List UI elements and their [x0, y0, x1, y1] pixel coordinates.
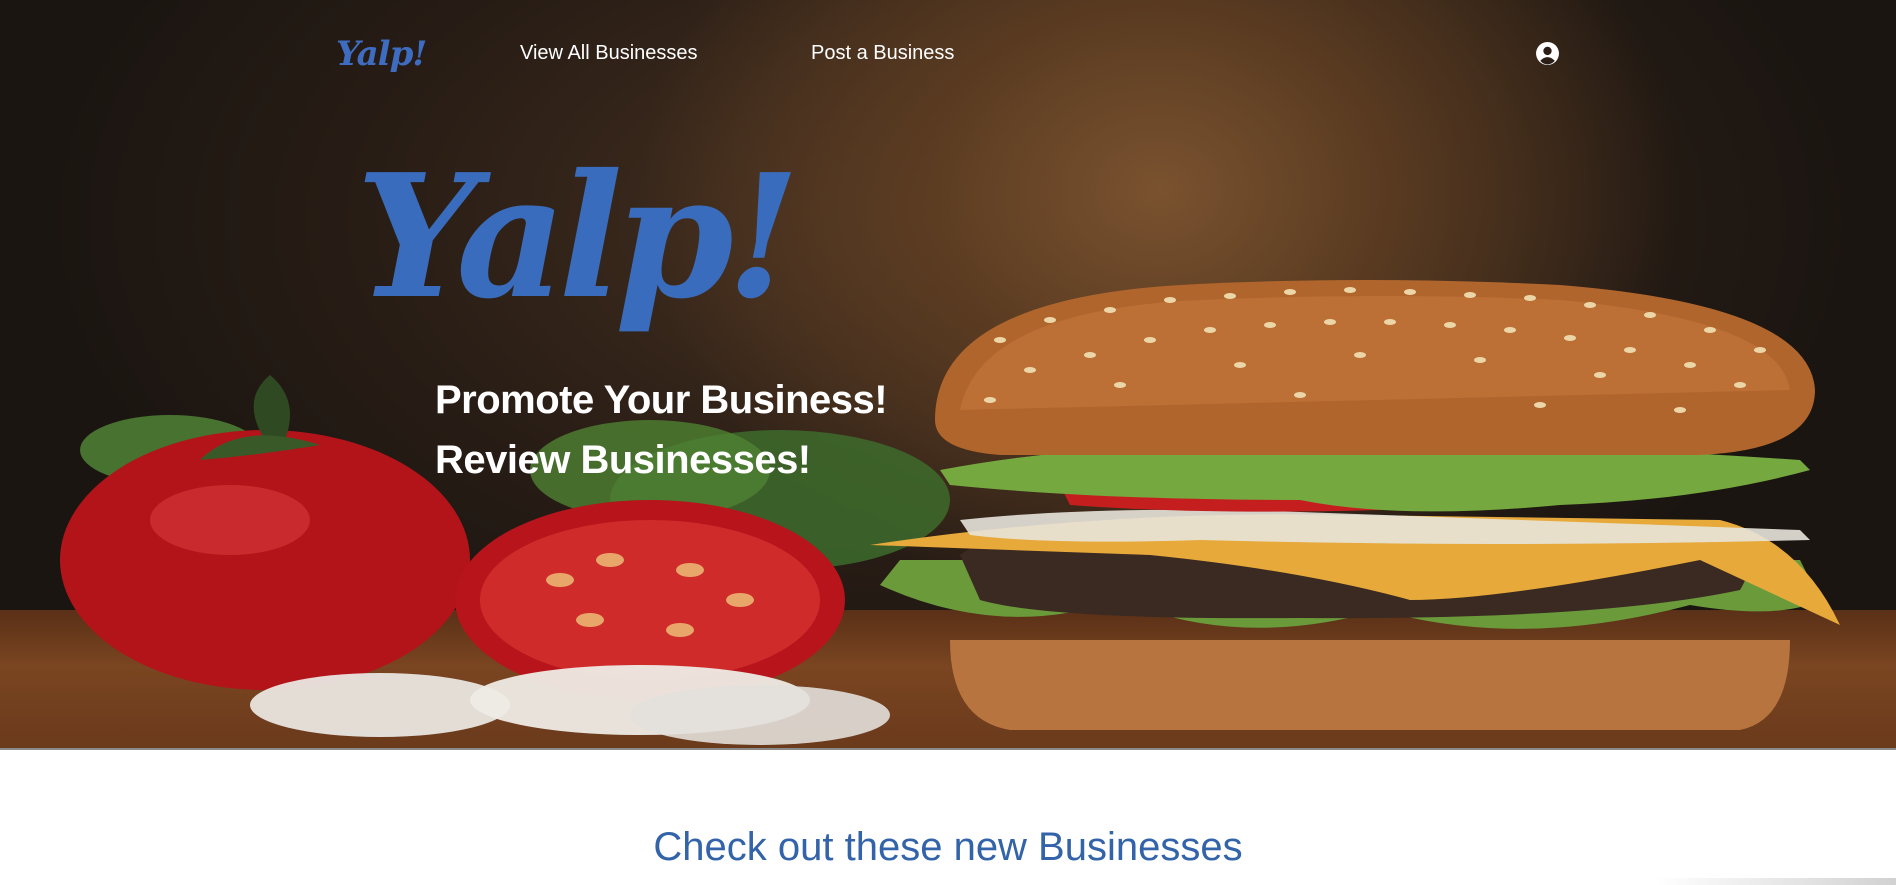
hero-tagline-review: Review Businesses!	[435, 438, 811, 482]
nav-link-view-all-businesses[interactable]: View All Businesses	[520, 42, 698, 65]
hero-divider	[0, 748, 1896, 750]
new-businesses-heading: Check out these new Businesses	[653, 825, 1243, 869]
hero-banner: Yalp! Promote Your Business! Review Busi…	[0, 0, 1896, 750]
hero-logo: Yalp!	[356, 137, 800, 337]
burger-illustration	[60, 280, 1840, 745]
nav-logo-link[interactable]: Yalp!	[336, 34, 427, 74]
card-edge-shadow	[1655, 878, 1896, 885]
nav-link-post-business[interactable]: Post a Business	[811, 42, 954, 65]
user-circle-icon[interactable]	[1535, 41, 1560, 66]
top-navbar: Yalp! View All Businesses Post a Busines…	[0, 0, 1896, 108]
hero-tagline-promote: Promote Your Business!	[435, 378, 888, 422]
